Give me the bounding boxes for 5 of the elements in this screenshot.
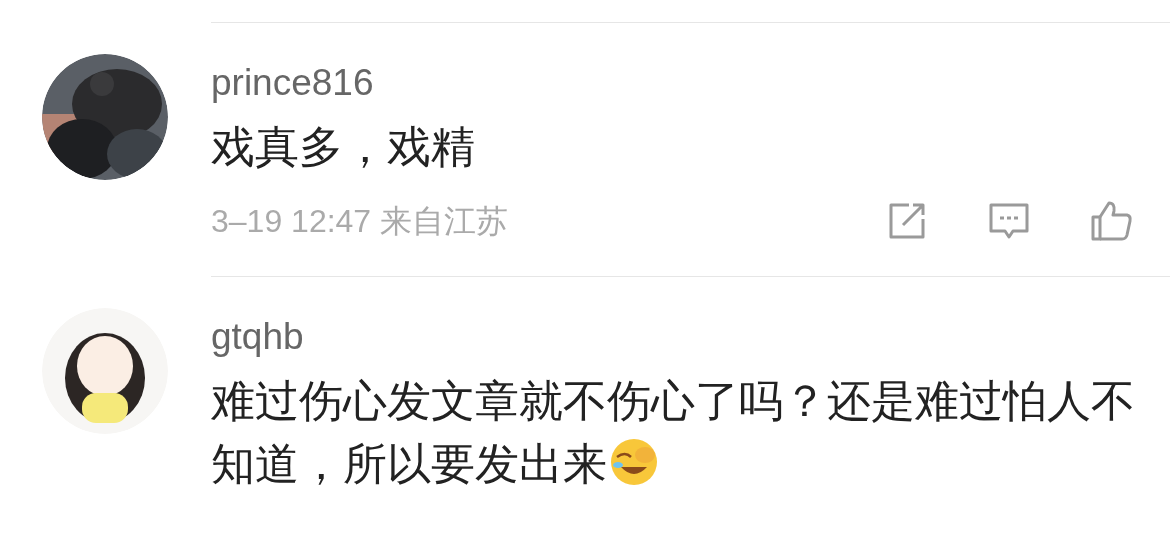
comment-meta: 3–19 12:47 来自江苏 <box>211 202 509 241</box>
comment-text: 难过伤心发文章就不伤心了吗？还是难过怕人不知道，所以要发出来 <box>211 375 1136 490</box>
comment-text: 戏真多，戏精 <box>211 121 476 173</box>
username[interactable]: gtqhb <box>211 315 304 359</box>
username[interactable]: prince816 <box>211 61 374 105</box>
